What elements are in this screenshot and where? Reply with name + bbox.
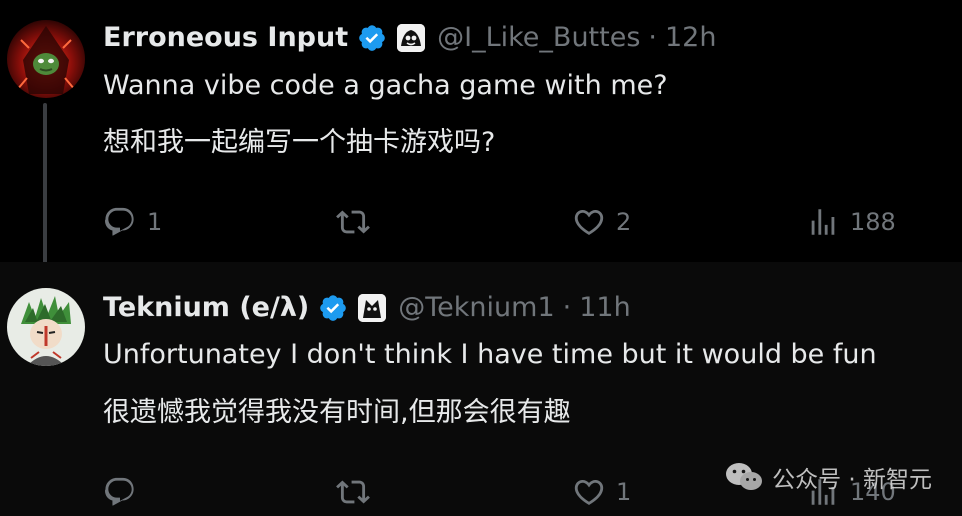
user-handle[interactable]: @I_Like_Buttes	[437, 21, 640, 55]
verified-badge-icon[interactable]	[318, 293, 348, 323]
reply-button[interactable]: 1	[103, 202, 162, 242]
repost-button[interactable]	[336, 472, 380, 512]
tweet-timestamp[interactable]: 11h	[579, 291, 630, 325]
affiliate-badge-icon[interactable]	[358, 294, 387, 322]
views-icon	[811, 209, 835, 235]
like-count: 1	[616, 478, 632, 506]
views-button[interactable]: 188	[806, 202, 896, 242]
tweet-text-chinese: 很遗憾我觉得我没有时间,但那会很有趣	[103, 397, 571, 428]
tweet-actions: 1 2 188	[0, 202, 962, 242]
tweet-header: Erroneous Input @I_Like_Buttes · 12h	[103, 21, 716, 55]
verified-badge-icon[interactable]	[357, 23, 387, 53]
repost-icon	[336, 210, 370, 234]
views-count: 188	[850, 208, 896, 236]
wechat-watermark: 公众号 · 新智元	[724, 460, 932, 494]
wechat-icon	[726, 463, 763, 490]
repost-button[interactable]	[336, 202, 380, 242]
like-icon	[574, 209, 604, 235]
like-count: 2	[616, 208, 632, 236]
reply-count: 1	[147, 208, 163, 236]
avatar-teknium[interactable]	[7, 288, 85, 366]
user-handle[interactable]: @Teknium1	[398, 291, 554, 325]
reply-button[interactable]	[103, 472, 147, 512]
watermark-text: 公众号 · 新智元	[772, 467, 932, 493]
like-button[interactable]: 1	[572, 472, 631, 512]
like-button[interactable]: 2	[572, 202, 631, 242]
thread-connector-line	[43, 103, 47, 279]
display-name[interactable]: Teknium (e/λ)	[103, 291, 309, 325]
affiliate-badge-icon[interactable]	[397, 24, 426, 52]
reply-icon	[104, 477, 134, 506]
repost-icon	[336, 480, 370, 504]
reply-icon	[104, 207, 134, 236]
tweet-text-chinese: 想和我一起编写一个抽卡游戏吗?	[103, 127, 496, 158]
like-icon	[574, 479, 604, 505]
tweet-text-english: Wanna vibe code a gacha game with me?	[103, 70, 668, 101]
display-name[interactable]: Erroneous Input	[103, 21, 348, 55]
tweet-text-english: Unfortunatey I don't think I have time b…	[103, 339, 877, 370]
separator-dot: ·	[562, 292, 572, 323]
tweet-timestamp[interactable]: 12h	[665, 21, 716, 55]
avatar-erroneous-input[interactable]	[7, 20, 85, 98]
tweet-1[interactable]: Erroneous Input @I_Like_Buttes · 12h Wan…	[0, 0, 962, 279]
tweet-header: Teknium (e/λ) @Teknium1 · 11h	[103, 291, 631, 325]
separator-dot: ·	[648, 22, 657, 53]
